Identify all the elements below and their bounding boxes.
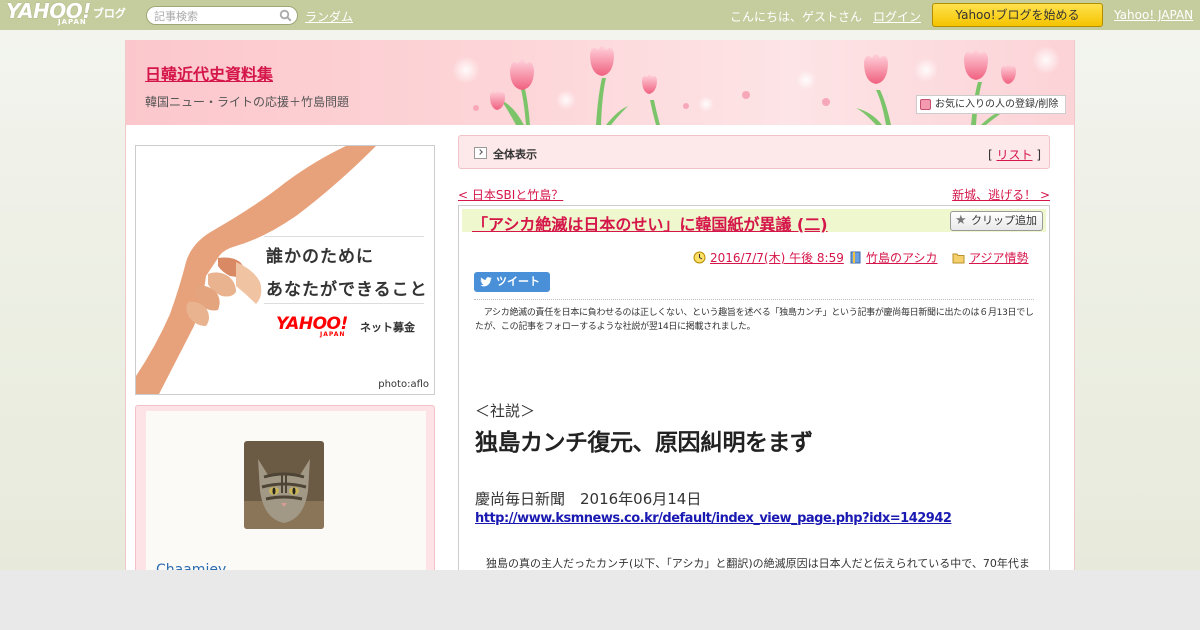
article-body: 独島の真の主人だったカンチ(以下、「アシカ」と翻訳)の絶滅原因は日本人だと伝えら… [475, 557, 1030, 570]
ad-service-name: ネット募金 [360, 321, 415, 334]
post-datetime: 2016/7/7(木) 午後 8:59 [693, 249, 844, 266]
ad-photo-credit: photo:aflo [378, 379, 429, 390]
yahoo-blog-logo[interactable]: YAHOO! JAPAN ブログ [6, 1, 126, 28]
article-title[interactable]: 「アシカ絶滅は日本のせい」に韓国紙が異議 (二) [472, 211, 828, 235]
logo-blog: ブログ [92, 7, 126, 20]
ad-yahoo-sub: JAPAN [320, 331, 346, 338]
expand-arrow-icon [474, 147, 487, 159]
blog-title[interactable]: 日韓近代史資料集 [145, 61, 273, 85]
clip-add-label: クリップ追加 [971, 214, 1037, 227]
article-source: 慶尚毎日新聞 2016年06月14日 [475, 490, 702, 508]
start-blog-button[interactable]: Yahoo!ブログを始める [932, 3, 1103, 27]
twitter-bird-icon [480, 277, 492, 287]
ad-line-2: あなたができること [266, 280, 428, 300]
avatar[interactable] [244, 441, 324, 529]
search-input[interactable] [154, 9, 274, 23]
logo-sub: JAPAN [58, 18, 87, 26]
favorite-icon [920, 99, 931, 110]
next-post-link[interactable]: 新城、逃げる！ > [952, 186, 1050, 203]
page-viewport: YAHOO! JAPAN ブログ ランダム こんにちは、ゲストさん ログイン Y… [0, 0, 1200, 570]
post-category-link[interactable]: 竹島のアシカ [866, 251, 938, 265]
editorial-headline: 独島カンチ復元、原因糾明をまず [475, 430, 813, 456]
post-category: 竹島のアシカ [850, 249, 938, 266]
ad-line-1: 誰かのために [266, 247, 374, 267]
search-box [146, 6, 298, 25]
search-icon[interactable] [279, 9, 292, 22]
folder-icon [952, 253, 965, 264]
post-datetime-link[interactable]: 2016/7/7(木) 午後 8:59 [710, 251, 844, 265]
star-icon: ★ [955, 213, 967, 228]
list-bracket-close: ] [1032, 148, 1041, 162]
blog-container: 日韓近代史資料集 韓国ニュー・ライトの応援＋竹島問題 お気に入りの人の登録/削除… [125, 40, 1075, 570]
article: 「アシカ絶滅は日本のせい」に韓国紙が異議 (二) ★ クリップ追加 2016/7… [458, 205, 1050, 570]
favorite-button-label: お気に入りの人の登録/削除 [935, 99, 1059, 110]
all-posts-label: 全体表示 [493, 148, 537, 161]
handshake-image [136, 146, 376, 394]
login-link[interactable]: ログイン [873, 8, 921, 25]
list-view-toggle: [ リスト ] [988, 146, 1041, 163]
profile-inner: Chaamiey [146, 411, 426, 570]
list-link[interactable]: リスト [996, 148, 1032, 162]
profile-username[interactable]: Chaamiey [156, 562, 226, 570]
post-folder: アジア情勢 [952, 249, 1029, 266]
profile-box: Chaamiey [135, 405, 435, 570]
net-donation-ad[interactable]: 誰かのために あなたができること YAHOO! JAPAN ネット募金 phot… [135, 145, 435, 395]
ad-rule-top [264, 236, 424, 237]
clock-icon [693, 251, 706, 264]
blog-header: 日韓近代史資料集 韓国ニュー・ライトの応援＋竹島問題 お気に入りの人の登録/削除 [126, 40, 1074, 125]
top-bar: YAHOO! JAPAN ブログ ランダム こんにちは、ゲストさん ログイン Y… [0, 0, 1200, 30]
random-link[interactable]: ランダム [305, 8, 353, 25]
blog-description: 韓国ニュー・ライトの応援＋竹島問題 [145, 95, 350, 109]
article-header: 「アシカ絶滅は日本のせい」に韓国紙が異議 (二) ★ クリップ追加 [462, 209, 1046, 235]
all-posts-bar: 全体表示 [ リスト ] [458, 135, 1050, 169]
post-folder-link[interactable]: アジア情勢 [969, 251, 1029, 265]
yahoo-japan-link[interactable]: Yahoo! JAPAN [1114, 8, 1193, 22]
clip-add-button[interactable]: ★ クリップ追加 [950, 211, 1043, 231]
ad-rule-bottom [264, 303, 424, 304]
article-lead: アシカ絶滅の責任を日本に負わせるのは正しくない、という趣旨を述べる「独島カンチ」… [475, 308, 1034, 332]
source-url-link[interactable]: http://www.ksmnews.co.kr/default/index_v… [475, 511, 952, 526]
prev-post-link[interactable]: < 日本SBIと竹島？ [458, 186, 563, 203]
tweet-label: ツイート [496, 275, 540, 288]
editorial-label: ＜社説＞ [475, 402, 536, 420]
greeting-text: こんにちは、ゲストさん [730, 10, 863, 24]
favorite-register-button[interactable]: お気に入りの人の登録/削除 [916, 95, 1066, 114]
tweet-button[interactable]: ツイート [474, 272, 550, 292]
book-icon [850, 251, 861, 264]
article-divider [474, 299, 1034, 300]
